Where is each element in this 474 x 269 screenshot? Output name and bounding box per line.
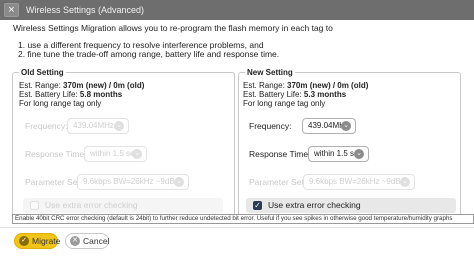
new-range-label: Est. Range: — [243, 81, 288, 90]
close-circle-icon: ✕ — [70, 236, 80, 246]
new-param-label: Parameter Set: — [249, 177, 307, 187]
old-param-label: Parameter Set: — [25, 177, 83, 187]
new-setting-panel: New Setting Est. Range: 370m (new) / 0m … — [238, 68, 461, 223]
old-frequency-label: Frequency: — [25, 121, 68, 131]
old-setting-legend: Old Setting — [19, 68, 66, 77]
old-battery-label: Est. Battery Life: — [19, 90, 80, 99]
cancel-button-label: Cancel — [83, 236, 110, 246]
migrate-button[interactable]: ✓ Migrate — [14, 233, 61, 249]
old-response-label: Response Time: — [25, 149, 87, 159]
new-battery-value: 5.3 months — [303, 90, 347, 99]
new-param-select: 9.6kbps BW=26kHz ~9dBm ⌄ — [303, 174, 415, 190]
new-frequency-label: Frequency: — [249, 121, 292, 131]
new-param-value: 9.6kbps BW=26kHz ~9dBm — [309, 177, 408, 186]
old-frequency-value: 439.04MHz — [73, 121, 114, 130]
old-param-select: 9.6kbps BW=26kHz ~9dBm ⌄ — [77, 174, 189, 190]
chevron-down-icon: ⌄ — [341, 121, 351, 131]
chevron-down-icon: ⌄ — [174, 177, 184, 187]
check-circle-icon: ✓ — [19, 236, 29, 246]
crc-tooltip: Enable 40bit CRC error checking (default… — [12, 214, 474, 224]
chevron-down-icon: ⌄ — [354, 149, 364, 159]
new-battery-line: Est. Battery Life: 5.3 months — [243, 90, 346, 99]
intro-text: Wireless Settings Migration allows you t… — [13, 23, 333, 33]
new-crc-row[interactable]: ✓ Use extra error checking — [246, 198, 456, 213]
old-range-label: Est. Range: — [19, 81, 64, 90]
old-setting-panel: Old Setting Est. Range: 370m (new) / 0m … — [12, 68, 235, 223]
old-note: For long range tag only — [19, 99, 102, 108]
chevron-down-icon: ⌄ — [400, 177, 410, 187]
dialog-titlebar: × Wireless Settings (Advanced) — [0, 0, 474, 20]
new-response-select[interactable]: within 1.5 sec ⌄ — [308, 146, 369, 162]
old-battery-value: 5.8 months — [79, 90, 123, 99]
new-crc-label: Use extra error checking — [268, 200, 361, 210]
old-response-select: within 1.5 sec ⌄ — [84, 146, 147, 162]
check-icon[interactable]: ✓ — [253, 201, 262, 210]
old-param-value: 9.6kbps BW=26kHz ~9dBm — [83, 177, 182, 186]
old-range-line: Est. Range: 370m (new) / 0m (old) — [19, 81, 144, 90]
cancel-button[interactable]: ✕ Cancel — [65, 233, 109, 249]
new-note: For long range tag only — [243, 99, 326, 108]
dialog-title: Wireless Settings (Advanced) — [26, 5, 145, 15]
new-battery-label: Est. Battery Life: — [243, 90, 304, 99]
old-crc-checkbox — [30, 201, 39, 210]
old-range-value: 370m (new) / 0m (old) — [63, 81, 145, 90]
old-battery-line: Est. Battery Life: 5.8 months — [19, 90, 122, 99]
new-frequency-select[interactable]: 439.04MHz ⌄ — [302, 118, 356, 134]
intro-item-2: 2. fine tune the trade-off among range, … — [18, 49, 280, 59]
new-response-label: Response Time: — [249, 149, 311, 159]
new-setting-legend: New Setting — [245, 68, 295, 77]
old-frequency-select: 439.04MHz ⌄ — [67, 118, 129, 134]
old-crc-label: Use extra error checking — [45, 200, 138, 210]
new-range-line: Est. Range: 370m (new) / 0m (old) — [243, 81, 368, 90]
chevron-down-icon: ⌄ — [132, 149, 142, 159]
footer-divider — [0, 227, 474, 228]
migrate-button-label: Migrate — [32, 236, 61, 246]
close-icon[interactable]: × — [4, 3, 19, 17]
chevron-down-icon: ⌄ — [114, 121, 124, 131]
new-range-value: 370m (new) / 0m (old) — [287, 81, 369, 90]
old-crc-row: Use extra error checking — [23, 198, 223, 213]
